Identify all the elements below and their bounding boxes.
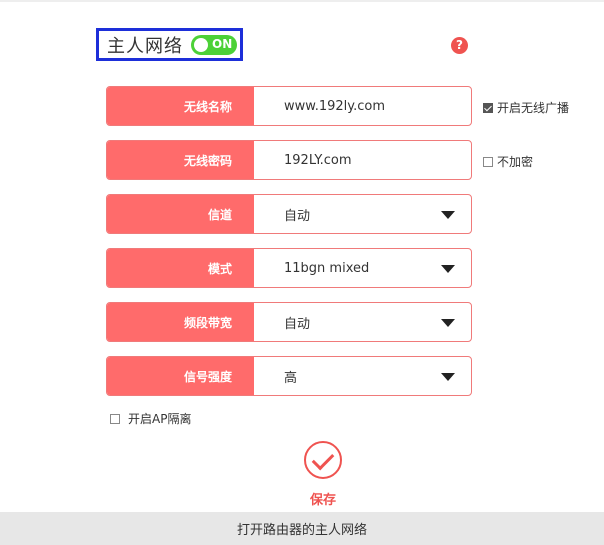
wireless-password-label: 无线密码 bbox=[107, 141, 254, 179]
mode-value: 11bgn mixed bbox=[284, 260, 370, 276]
broadcast-label: 开启无线广播 bbox=[497, 101, 570, 115]
ap-isolation-option[interactable]: 开启AP隔离 bbox=[110, 410, 191, 427]
no-encrypt-checkbox[interactable] bbox=[483, 156, 493, 167]
broadcast-option[interactable]: 开启无线广播 bbox=[483, 99, 569, 116]
mode-select[interactable]: 11bgn mixed bbox=[254, 249, 471, 287]
signal-strength-label: 信号强度 bbox=[107, 357, 254, 395]
toggle-label: ON bbox=[212, 36, 233, 51]
no-encrypt-label: 不加密 bbox=[497, 155, 534, 169]
check-icon bbox=[311, 447, 335, 471]
top-divider bbox=[0, 0, 604, 2]
ap-isolation-checkbox[interactable] bbox=[110, 413, 120, 424]
signal-strength-row: 信号强度 高 bbox=[106, 356, 472, 396]
mode-row: 模式 11bgn mixed bbox=[106, 248, 472, 288]
ap-isolation-label: 开启AP隔离 bbox=[128, 412, 192, 426]
host-network-toggle[interactable]: ON bbox=[191, 34, 237, 55]
wireless-name-label: 无线名称 bbox=[107, 87, 254, 125]
channel-value: 自动 bbox=[284, 208, 311, 224]
wireless-name-row: 无线名称 www.192ly.com bbox=[106, 86, 472, 126]
save-label[interactable]: 保存 bbox=[310, 489, 336, 508]
help-icon[interactable]: ? bbox=[451, 37, 468, 54]
caption-bar: 打开路由器的主人网络 bbox=[0, 512, 604, 545]
broadcast-checkbox[interactable] bbox=[483, 102, 493, 113]
wireless-password-value: 192LY.com bbox=[284, 152, 352, 168]
wireless-password-input[interactable]: 192LY.com bbox=[254, 141, 471, 179]
mode-label: 模式 bbox=[107, 249, 254, 287]
wireless-name-input[interactable]: www.192ly.com bbox=[254, 87, 471, 125]
wireless-password-row: 无线密码 192LY.com bbox=[106, 140, 472, 180]
page-title: 主人网络 bbox=[107, 35, 183, 57]
host-network-header: 主人网络 ON bbox=[96, 28, 243, 61]
bandwidth-select[interactable]: 自动 bbox=[254, 303, 471, 341]
bandwidth-label: 频段带宽 bbox=[107, 303, 254, 341]
chevron-down-icon[interactable] bbox=[441, 319, 455, 327]
no-encrypt-option[interactable]: 不加密 bbox=[483, 153, 533, 170]
wireless-name-value: www.192ly.com bbox=[284, 98, 385, 114]
toggle-knob bbox=[194, 37, 208, 52]
chevron-down-icon[interactable] bbox=[441, 211, 455, 219]
channel-label: 信道 bbox=[107, 195, 254, 233]
bandwidth-value: 自动 bbox=[284, 316, 311, 332]
bandwidth-row: 频段带宽 自动 bbox=[106, 302, 472, 342]
caption-text: 打开路由器的主人网络 bbox=[236, 523, 367, 538]
chevron-down-icon[interactable] bbox=[441, 373, 455, 381]
signal-strength-select[interactable]: 高 bbox=[254, 357, 471, 395]
save-button[interactable] bbox=[304, 441, 342, 479]
signal-strength-value: 高 bbox=[284, 370, 298, 386]
chevron-down-icon[interactable] bbox=[441, 265, 455, 273]
channel-row: 信道 自动 bbox=[106, 194, 472, 234]
channel-select[interactable]: 自动 bbox=[254, 195, 471, 233]
